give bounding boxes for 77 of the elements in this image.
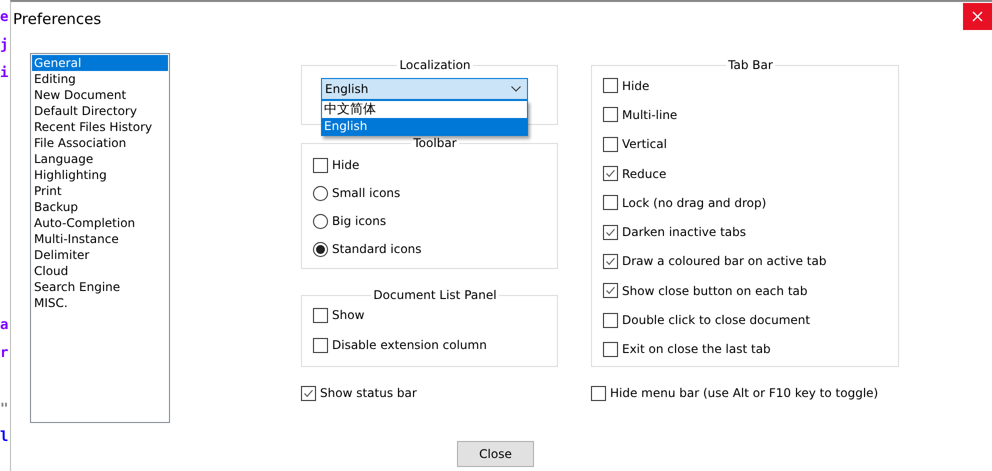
checkbox[interactable] — [603, 107, 618, 122]
checkbox[interactable] — [313, 308, 328, 322]
window-title: Preferences — [13, 10, 102, 28]
category-item[interactable]: Print — [32, 183, 168, 199]
checkbox[interactable] — [591, 386, 606, 400]
option-label[interactable]: Hide — [622, 78, 650, 93]
close-button[interactable] — [963, 3, 992, 30]
checkbox[interactable] — [301, 386, 316, 400]
checkmark-icon — [605, 256, 616, 267]
checkbox[interactable] — [603, 136, 618, 152]
category-item[interactable]: Language — [32, 151, 168, 167]
checkbox[interactable] — [603, 283, 618, 298]
dropdown-option[interactable]: English — [322, 118, 527, 135]
checkbox[interactable] — [603, 78, 618, 94]
category-item[interactable]: Highlighting — [32, 167, 168, 183]
group-title: Document List Panel — [372, 288, 498, 302]
option-label[interactable]: Disable extension column — [332, 338, 487, 352]
category-item[interactable]: Recent Files History — [32, 119, 168, 135]
category-item[interactable]: Auto-Completion — [32, 215, 168, 231]
radio-button[interactable] — [313, 186, 328, 200]
category-item[interactable]: Delimiter — [32, 247, 168, 263]
code-text: a — [0, 316, 8, 335]
option-label[interactable]: Hide — [332, 158, 360, 172]
category-item[interactable]: Backup — [32, 199, 168, 215]
option-label[interactable]: Darken inactive tabs — [622, 225, 746, 240]
option-label[interactable]: Draw a coloured bar on active tab — [622, 254, 826, 268]
option-label[interactable]: Hide menu bar (use Alt or F10 key to toggle) — [610, 386, 878, 400]
checkbox[interactable] — [603, 224, 618, 240]
language-dropdown[interactable]: English — [321, 78, 528, 100]
category-item[interactable]: General — [32, 55, 168, 71]
code-text: i — [0, 64, 8, 83]
group-title: Tab Bar — [727, 58, 774, 72]
option-label[interactable]: Show — [332, 308, 364, 322]
category-item[interactable]: New Document — [32, 87, 168, 103]
checkbox[interactable] — [603, 342, 618, 357]
checkbox[interactable] — [313, 158, 328, 172]
checkmark-icon — [303, 388, 314, 398]
option-label[interactable]: Big icons — [332, 214, 386, 228]
radio-button[interactable] — [313, 214, 328, 228]
category-item[interactable]: MISC. — [32, 295, 168, 311]
checkbox[interactable] — [603, 166, 618, 182]
group-title: Localization — [398, 58, 472, 72]
chevron-down-icon — [511, 86, 521, 92]
option-label[interactable]: Exit on close the last tab — [622, 342, 771, 356]
option-label[interactable]: Vertical — [622, 137, 667, 152]
category-item[interactable]: Default Directory — [32, 103, 168, 119]
close-button[interactable]: Close — [457, 441, 534, 467]
group-title: Toolbar — [412, 136, 458, 150]
code-text: e — [0, 8, 8, 27]
category-item[interactable]: Multi-Instance — [32, 231, 168, 247]
category-list[interactable]: General Editing New Document Default Directory Recent Files History File Association Language Highlighting Print Backup Auto-Completion Multi-Instance Delimiter Cloud Search Engine MISC. — [30, 53, 170, 423]
checkbox[interactable] — [603, 254, 618, 269]
code-text: j — [0, 36, 8, 55]
code-text: " — [0, 400, 8, 419]
code-text: r — [0, 344, 8, 363]
option-label[interactable]: Show status bar — [320, 386, 417, 400]
code-text: l — [0, 428, 8, 447]
option-label[interactable]: Show close button on each tab — [622, 284, 808, 298]
checkmark-icon — [605, 226, 616, 238]
category-item[interactable]: Editing — [32, 71, 168, 87]
category-item[interactable]: File Association — [32, 135, 168, 151]
checkbox[interactable] — [603, 312, 618, 328]
close-icon — [972, 11, 983, 22]
option-label[interactable]: Standard icons — [332, 242, 422, 256]
option-label[interactable]: Reduce — [622, 166, 666, 181]
dropdown-option[interactable]: 中文简体 — [322, 101, 527, 118]
option-label[interactable]: Multi-line — [622, 108, 678, 122]
checkbox[interactable] — [603, 195, 618, 210]
checkmark-icon — [605, 168, 616, 180]
category-item[interactable]: Cloud — [32, 263, 168, 279]
checkbox[interactable] — [313, 338, 328, 352]
option-label[interactable]: Lock (no drag and drop) — [622, 196, 766, 210]
category-item[interactable]: Search Engine — [32, 279, 168, 295]
option-label[interactable]: Double click to close document — [622, 313, 810, 328]
radio-button[interactable] — [313, 242, 328, 256]
checkmark-icon — [605, 285, 616, 296]
option-label[interactable]: Small icons — [332, 186, 400, 200]
